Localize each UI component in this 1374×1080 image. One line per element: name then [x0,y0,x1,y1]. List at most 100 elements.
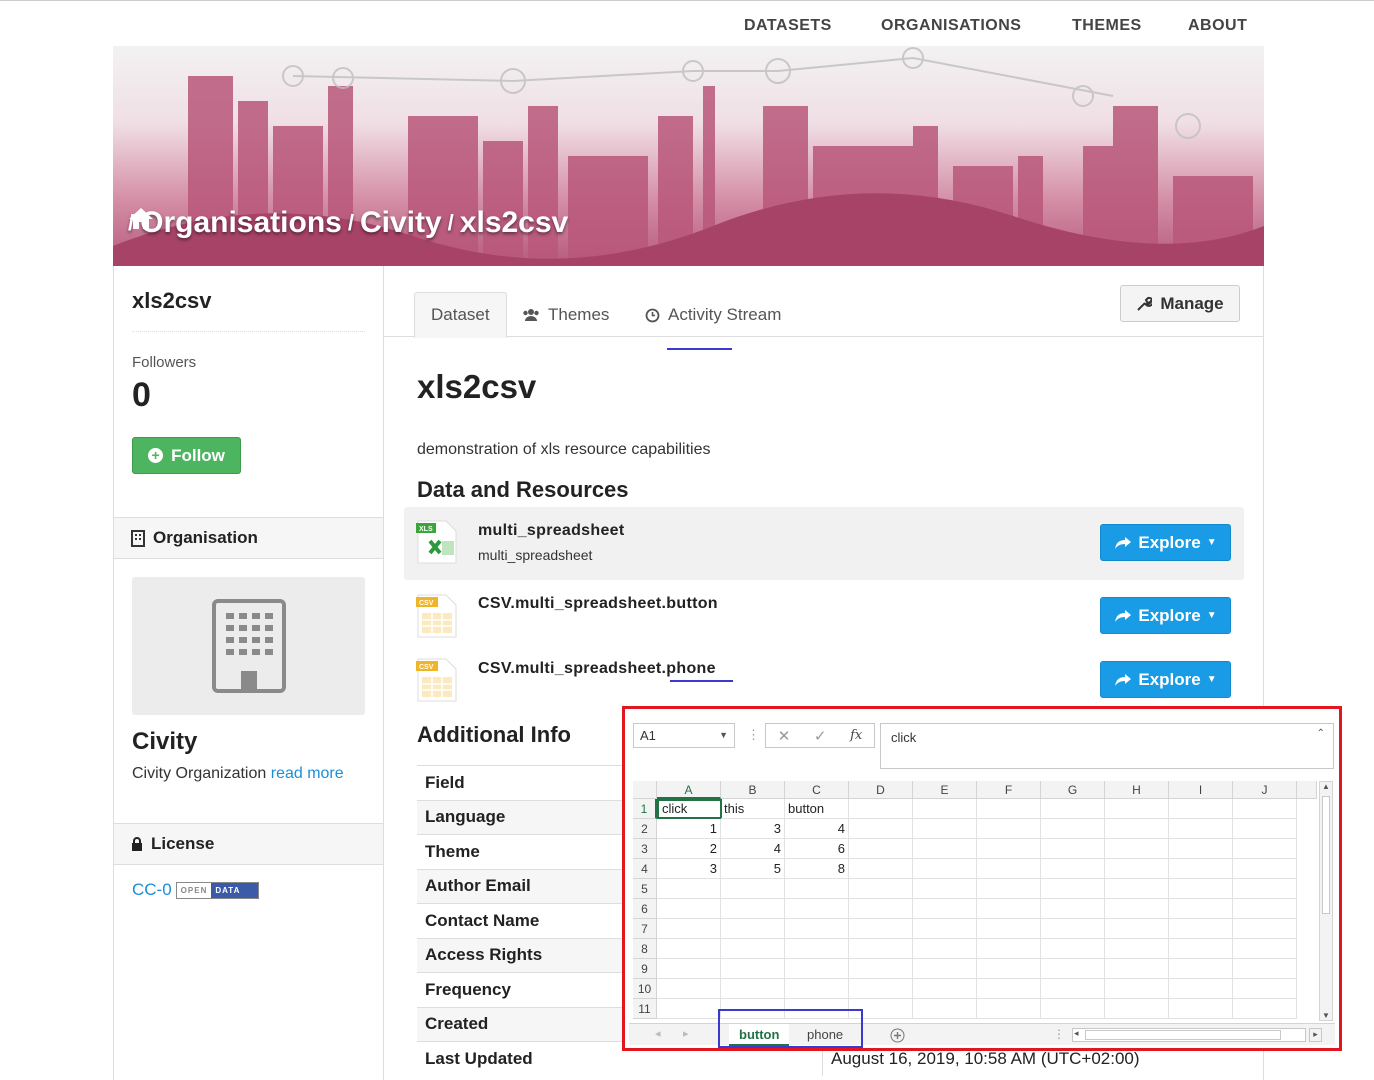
grid-cell[interactable] [1169,799,1233,819]
grid-cell[interactable] [1105,819,1169,839]
column-header[interactable]: A [657,781,721,799]
grid-cell[interactable] [657,899,721,919]
grid-cell[interactable] [913,999,977,1019]
column-header[interactable]: H [1105,781,1169,799]
next-sheet-icon[interactable]: ▸ [683,1027,689,1040]
resource-name[interactable]: multi_spreadsheet [478,522,624,540]
nav-about[interactable]: ABOUT [1188,17,1247,35]
grid-cell[interactable] [1169,819,1233,839]
row-header[interactable]: 10 [633,979,657,999]
column-header[interactable]: D [849,781,913,799]
grid-cell[interactable] [785,899,849,919]
grid-cell[interactable] [1041,839,1105,859]
function-icon[interactable]: fx [850,728,862,743]
grid-cell[interactable] [721,899,785,919]
cell-b1[interactable]: this [721,799,785,819]
grid-cell[interactable] [1105,839,1169,859]
explore-button[interactable]: Explore ▼ [1100,661,1231,698]
grid-cell[interactable] [1169,879,1233,899]
grid-cell[interactable] [1169,899,1233,919]
grid-cell[interactable] [785,939,849,959]
breadcrumb-civity[interactable]: Civity [360,206,442,240]
grid-cell[interactable] [721,939,785,959]
grid-cell[interactable] [1105,959,1169,979]
grid-cell[interactable] [913,939,977,959]
breadcrumb-xls2csv[interactable]: xls2csv [460,206,568,240]
grid-cell[interactable] [849,919,913,939]
grid-cell[interactable] [913,799,977,819]
grid-cell[interactable] [721,979,785,999]
grid-cell[interactable] [1169,959,1233,979]
grid-cell[interactable] [913,919,977,939]
grid-cell[interactable] [1041,799,1105,819]
home-icon[interactable] [128,206,154,230]
grid-cell[interactable] [977,819,1041,839]
row-header[interactable]: 5 [633,879,657,899]
grid-cell[interactable] [977,939,1041,959]
grid-cell[interactable] [913,879,977,899]
row-header[interactable]: 6 [633,899,657,919]
grid-cell[interactable] [721,959,785,979]
grid-cell[interactable] [1041,919,1105,939]
grid-cell[interactable] [849,839,913,859]
cell-a4[interactable]: 3 [657,859,721,879]
name-box[interactable]: A1 ▼ [633,723,735,748]
grid-cell[interactable] [977,799,1041,819]
cell-c4[interactable]: 8 [785,859,849,879]
grid-cell[interactable] [1233,899,1297,919]
grid-cell[interactable] [1041,819,1105,839]
grid-cell[interactable] [1041,959,1105,979]
grid-cell[interactable] [849,899,913,919]
grid-cell[interactable] [977,859,1041,879]
grid-cell[interactable] [1105,939,1169,959]
grid-cell[interactable] [1041,859,1105,879]
row-header[interactable]: 1 [633,799,657,819]
grid-cell[interactable] [913,979,977,999]
grid-cell[interactable] [785,979,849,999]
grid-cell[interactable] [721,879,785,899]
open-data-badge[interactable]: OPEN DATA [175,881,260,899]
scroll-down-icon[interactable]: ▼ [1322,1011,1330,1020]
scroll-right-icon[interactable]: ▸ [1309,1028,1322,1042]
grid-cell[interactable] [1233,819,1297,839]
grid-cell[interactable] [657,919,721,939]
resource-item[interactable]: XLS multi_spreadsheet multi_spreadsheet … [404,507,1244,580]
grid-cell[interactable] [1105,979,1169,999]
grid-cell[interactable] [657,879,721,899]
tab-activity-stream[interactable]: Activity Stream [629,292,797,338]
column-header[interactable]: B [721,781,785,799]
resource-item[interactable]: CSV CSV.multi_spreadsheet.button Explore… [404,581,1244,654]
grid-cell[interactable] [913,819,977,839]
cell-a3[interactable]: 2 [657,839,721,859]
scroll-thumb[interactable] [1322,796,1330,914]
scroll-up-icon[interactable]: ▲ [1322,782,1330,791]
grid-cell[interactable] [849,859,913,879]
grid-cell[interactable] [977,839,1041,859]
grid-cell[interactable] [1169,859,1233,879]
add-sheet-icon[interactable] [890,1028,905,1043]
column-header[interactable]: F [977,781,1041,799]
grid-cell[interactable] [657,979,721,999]
column-header[interactable]: I [1169,781,1233,799]
grid-cell[interactable] [849,819,913,839]
grid-cell[interactable] [849,959,913,979]
grid-cell[interactable] [1233,979,1297,999]
formula-bar[interactable]: click ⌃ [880,723,1334,769]
license-link[interactable]: CC-0 [132,880,172,900]
grid-cell[interactable] [913,899,977,919]
grid-cell[interactable] [1041,999,1105,1019]
tab-dataset[interactable]: Dataset [414,292,507,338]
grid-cell[interactable] [977,879,1041,899]
cell-b2[interactable]: 3 [721,819,785,839]
cell-a1[interactable]: click [657,799,722,819]
grid-cell[interactable] [1105,899,1169,919]
grid-cell[interactable] [849,939,913,959]
select-all-corner[interactable] [633,781,657,799]
grid-cell[interactable] [977,959,1041,979]
cancel-icon[interactable]: ✕ [778,727,791,745]
row-header[interactable]: 4 [633,859,657,879]
grid-cell[interactable] [721,919,785,939]
check-icon[interactable]: ✓ [814,727,827,745]
grid-cell[interactable] [1233,939,1297,959]
cell-b4[interactable]: 5 [721,859,785,879]
